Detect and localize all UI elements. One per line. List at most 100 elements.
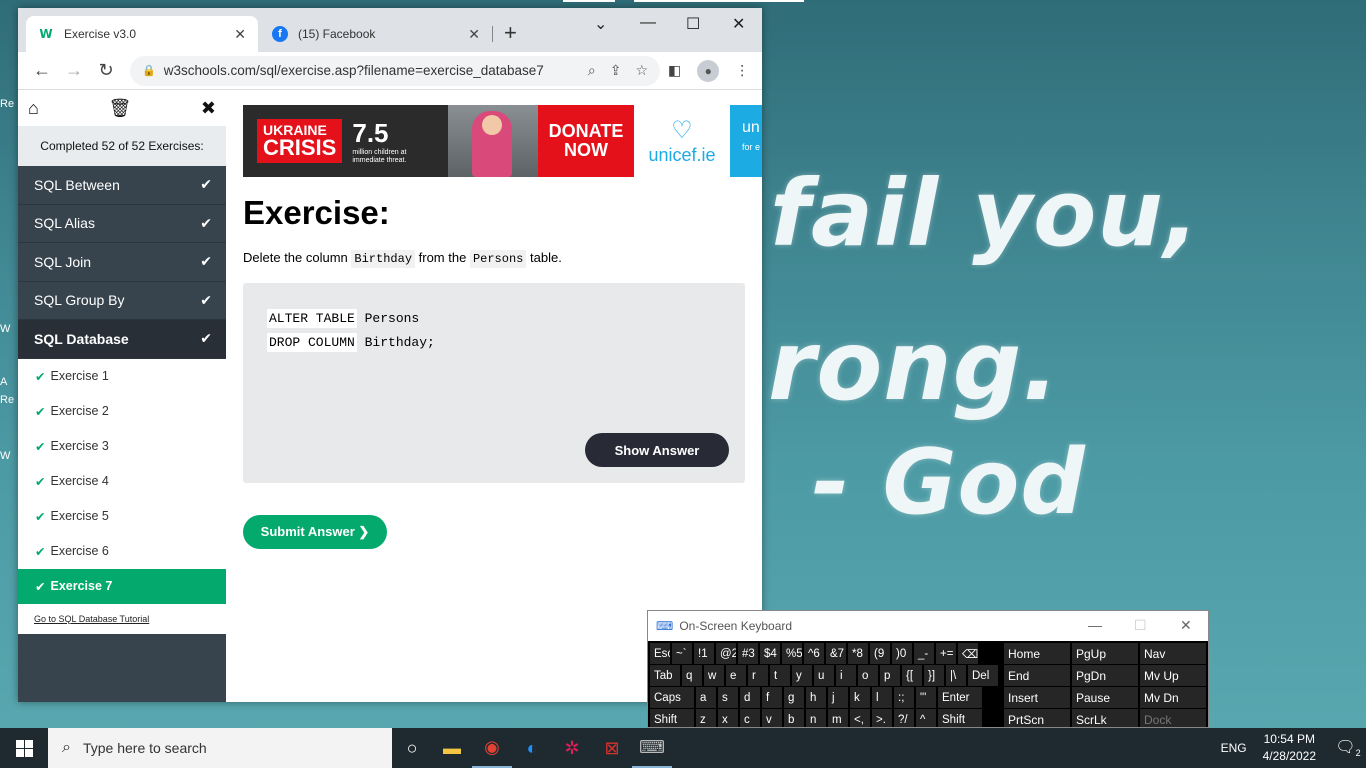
maximize-button[interactable]: ☐ bbox=[1134, 617, 1147, 634]
tab-facebook[interactable]: f (15) Facebook ✕ bbox=[260, 16, 492, 52]
osk-key[interactable]: f bbox=[762, 687, 782, 708]
sidebar-item-sql-alias[interactable]: SQL Alias ✔ bbox=[18, 204, 226, 243]
osk-key[interactable]: x bbox=[718, 709, 738, 727]
exercise-item[interactable]: ✔ Exercise 4 bbox=[18, 464, 226, 499]
menu-icon[interactable]: ⋮ bbox=[735, 62, 749, 79]
osk-key[interactable]: i bbox=[836, 665, 856, 686]
osk-key[interactable]: @2 bbox=[716, 643, 736, 664]
osk-key[interactable]: e bbox=[726, 665, 746, 686]
exercise-item[interactable]: ✔ Exercise 5 bbox=[18, 499, 226, 534]
exercise-item-active[interactable]: ✔ Exercise 7 bbox=[18, 568, 226, 604]
osk-key[interactable]: <, bbox=[850, 709, 870, 727]
clock[interactable]: 10:54 PM 4/28/2022 bbox=[1263, 731, 1316, 765]
osk-key[interactable]: q bbox=[682, 665, 702, 686]
home-icon[interactable]: ⌂ bbox=[28, 98, 39, 119]
osk-key[interactable]: += bbox=[936, 643, 956, 664]
close-icon[interactable]: ✕ bbox=[234, 26, 246, 43]
sidebar-item-sql-group-by[interactable]: SQL Group By ✔ bbox=[18, 281, 226, 320]
osk-key[interactable]: g bbox=[784, 687, 804, 708]
osk-key[interactable]: ⌫ bbox=[958, 643, 978, 664]
osk-key[interactable]: Shift bbox=[938, 709, 982, 727]
osk-key[interactable]: (9 bbox=[870, 643, 890, 664]
osk-key[interactable]: {[ bbox=[902, 665, 922, 686]
chrome-icon[interactable]: ◉ bbox=[472, 728, 512, 768]
osk-key[interactable]: t bbox=[770, 665, 790, 686]
close-window-button[interactable]: ✕ bbox=[732, 14, 745, 34]
osk-key[interactable]: Caps bbox=[650, 687, 694, 708]
exercise-item[interactable]: ✔ Exercise 2 bbox=[18, 394, 226, 429]
address-bar[interactable]: 🔒 w3schools.com/sql/exercise.asp?filenam… bbox=[130, 55, 660, 86]
osk-key[interactable]: k bbox=[850, 687, 870, 708]
osk-key[interactable]: Esc bbox=[650, 643, 670, 664]
share-icon[interactable]: ⇪ bbox=[610, 62, 622, 79]
slack-icon[interactable]: ✲ bbox=[552, 728, 592, 768]
back-icon[interactable]: ← bbox=[28, 60, 56, 81]
osk-nav-key[interactable]: PgDn bbox=[1072, 665, 1138, 686]
osk-key[interactable]: ^ bbox=[916, 709, 936, 727]
unicef-ad-banner[interactable]: UKRAINE CRISIS 7.5 million children at i… bbox=[243, 105, 762, 177]
osk-nav-key[interactable]: Insert bbox=[1004, 687, 1070, 708]
osk-key[interactable]: Tab bbox=[650, 665, 680, 686]
answer-input[interactable]: ALTER TABLE bbox=[267, 309, 357, 328]
osk-key[interactable]: u bbox=[814, 665, 834, 686]
show-answer-button[interactable]: Show Answer bbox=[585, 433, 729, 467]
tab-search-icon[interactable]: ⌄ bbox=[594, 14, 607, 34]
osk-key[interactable]: "' bbox=[916, 687, 936, 708]
sidebar-item-sql-database[interactable]: SQL Database ✔ bbox=[18, 320, 226, 359]
osk-nav-key[interactable]: Home bbox=[1004, 643, 1070, 664]
osk-key[interactable]: !1 bbox=[694, 643, 714, 664]
osk-key[interactable]: m bbox=[828, 709, 848, 727]
osk-key[interactable]: j bbox=[828, 687, 848, 708]
reload-icon[interactable]: ↻ bbox=[92, 60, 120, 81]
sidebar-item-sql-join[interactable]: SQL Join ✔ bbox=[18, 243, 226, 282]
osk-key[interactable]: b bbox=[784, 709, 804, 727]
zoom-icon[interactable]: ⌕ bbox=[588, 62, 596, 79]
osk-key[interactable]: >. bbox=[872, 709, 892, 727]
osk-nav-key[interactable]: Mv Dn bbox=[1140, 687, 1206, 708]
desktop-icon-label[interactable]: Re bbox=[0, 98, 18, 110]
osk-key[interactable]: Del bbox=[968, 665, 998, 686]
osk-key[interactable]: o bbox=[858, 665, 878, 686]
lock-icon[interactable]: 🔒 bbox=[142, 64, 156, 77]
osk-key[interactable]: d bbox=[740, 687, 760, 708]
osk-key[interactable]: l bbox=[872, 687, 892, 708]
osk-key[interactable]: *8 bbox=[848, 643, 868, 664]
submit-answer-button[interactable]: Submit Answer ❯ bbox=[243, 515, 387, 549]
osk-key[interactable]: r bbox=[748, 665, 768, 686]
osk-nav-key[interactable]: Pause bbox=[1072, 687, 1138, 708]
osk-nav-key[interactable]: Mv Up bbox=[1140, 665, 1206, 686]
trash-icon[interactable]: 🗑 bbox=[108, 98, 131, 119]
osk-key[interactable]: n bbox=[806, 709, 826, 727]
app-icon[interactable]: ⊠ bbox=[592, 728, 632, 768]
exercise-item[interactable]: ✔ Exercise 6 bbox=[18, 534, 226, 569]
osk-taskbar-icon[interactable]: ⌨ bbox=[632, 728, 672, 768]
osk-key[interactable]: ?/ bbox=[894, 709, 914, 727]
cortana-icon[interactable]: ○ bbox=[392, 728, 432, 768]
osk-key[interactable]: Enter bbox=[938, 687, 982, 708]
osk-key[interactable]: z bbox=[696, 709, 716, 727]
osk-key[interactable]: c bbox=[740, 709, 760, 727]
minimize-button[interactable]: — bbox=[1088, 617, 1102, 633]
profile-avatar[interactable]: ● bbox=[697, 59, 720, 82]
osk-nav-key[interactable]: PgUp bbox=[1072, 643, 1138, 664]
forward-icon[interactable]: → bbox=[60, 60, 88, 81]
tab-exercise[interactable]: W Exercise v3.0 ✕ bbox=[26, 16, 258, 52]
close-icon[interactable]: ✖ bbox=[201, 98, 216, 119]
edge-icon[interactable]: ◐ bbox=[512, 728, 552, 768]
desktop-icon-label[interactable]: W bbox=[0, 450, 18, 462]
osk-key[interactable]: &7 bbox=[826, 643, 846, 664]
osk-key[interactable]: ~` bbox=[672, 643, 692, 664]
osk-key[interactable]: |\ bbox=[946, 665, 966, 686]
osk-key[interactable]: )0 bbox=[892, 643, 912, 664]
osk-nav-key[interactable]: PrtScn bbox=[1004, 709, 1070, 727]
close-icon[interactable]: ✕ bbox=[468, 26, 480, 43]
osk-nav-key[interactable]: Dock bbox=[1140, 709, 1206, 727]
notification-icon[interactable]: 🗨2 bbox=[1330, 737, 1366, 758]
osk-key[interactable]: _- bbox=[914, 643, 934, 664]
desktop-icon-label[interactable]: A bbox=[0, 376, 18, 388]
osk-key[interactable]: $4 bbox=[760, 643, 780, 664]
osk-key[interactable]: #3 bbox=[738, 643, 758, 664]
osk-key[interactable]: h bbox=[806, 687, 826, 708]
osk-nav-key[interactable]: ScrLk bbox=[1072, 709, 1138, 727]
side-panel-icon[interactable]: ◧ bbox=[668, 62, 681, 79]
